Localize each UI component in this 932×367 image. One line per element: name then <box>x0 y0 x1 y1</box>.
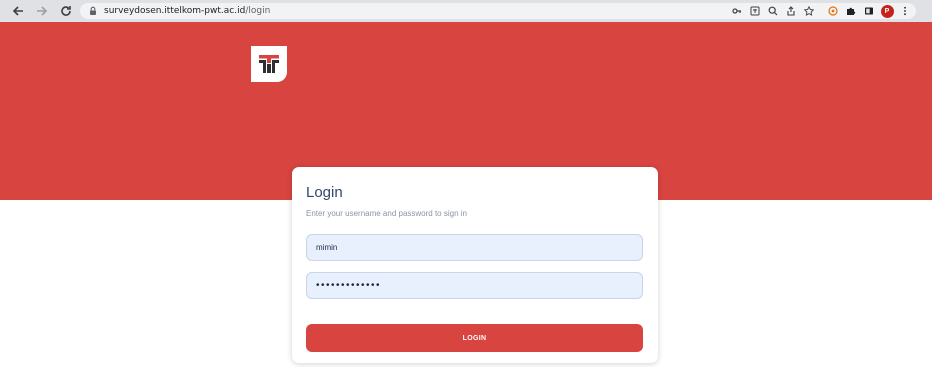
url-host: surveydosen.ittelkom-pwt.ac.id <box>104 6 246 16</box>
login-button[interactable]: LOGIN <box>306 324 643 352</box>
side-panel-button[interactable] <box>860 3 878 19</box>
telkom-logo-icon <box>259 55 279 73</box>
forward-button[interactable] <box>34 3 50 19</box>
key-icon <box>732 8 741 14</box>
back-button[interactable] <box>10 3 26 19</box>
profile-button[interactable]: P <box>878 3 896 19</box>
lock-icon[interactable] <box>88 6 98 16</box>
avatar: P <box>880 4 894 18</box>
browser-toolbar: surveydosen.ittelkom-pwt.ac.id/login P <box>0 0 932 22</box>
url-text[interactable]: surveydosen.ittelkom-pwt.ac.id/login <box>104 6 270 16</box>
extensions-menu-button[interactable] <box>842 3 860 19</box>
puzzle-icon <box>847 7 856 15</box>
menu-icon <box>904 6 906 16</box>
login-title: Login <box>306 184 343 201</box>
zoom-button[interactable] <box>764 3 782 19</box>
translate-icon <box>750 6 760 16</box>
zoom-icon <box>768 6 778 16</box>
reload-button[interactable] <box>58 3 74 19</box>
address-bar[interactable]: surveydosen.ittelkom-pwt.ac.id/login P <box>80 3 916 19</box>
extension-icon <box>828 6 838 16</box>
back-icon <box>12 6 23 16</box>
forward-icon <box>37 6 48 16</box>
username-input[interactable]: mimin <box>306 234 643 261</box>
sidepanel-icon <box>865 7 873 15</box>
url-path: /login <box>245 6 271 16</box>
logo <box>251 46 287 82</box>
address-bar-actions: P <box>728 3 914 19</box>
password-input[interactable]: ••••••••••••• <box>306 272 643 299</box>
translate-button[interactable] <box>746 3 764 19</box>
login-card: Login Enter your username and password t… <box>292 167 658 363</box>
reload-icon <box>61 6 71 16</box>
password-key-button[interactable] <box>728 3 746 19</box>
extension-button[interactable] <box>824 3 842 19</box>
browser-menu-button[interactable] <box>896 3 914 19</box>
bookmark-star-icon <box>804 6 814 16</box>
share-icon <box>787 6 795 16</box>
share-button[interactable] <box>782 3 800 19</box>
bookmark-button[interactable] <box>800 3 818 19</box>
login-subtitle: Enter your username and password to sign… <box>306 209 467 218</box>
